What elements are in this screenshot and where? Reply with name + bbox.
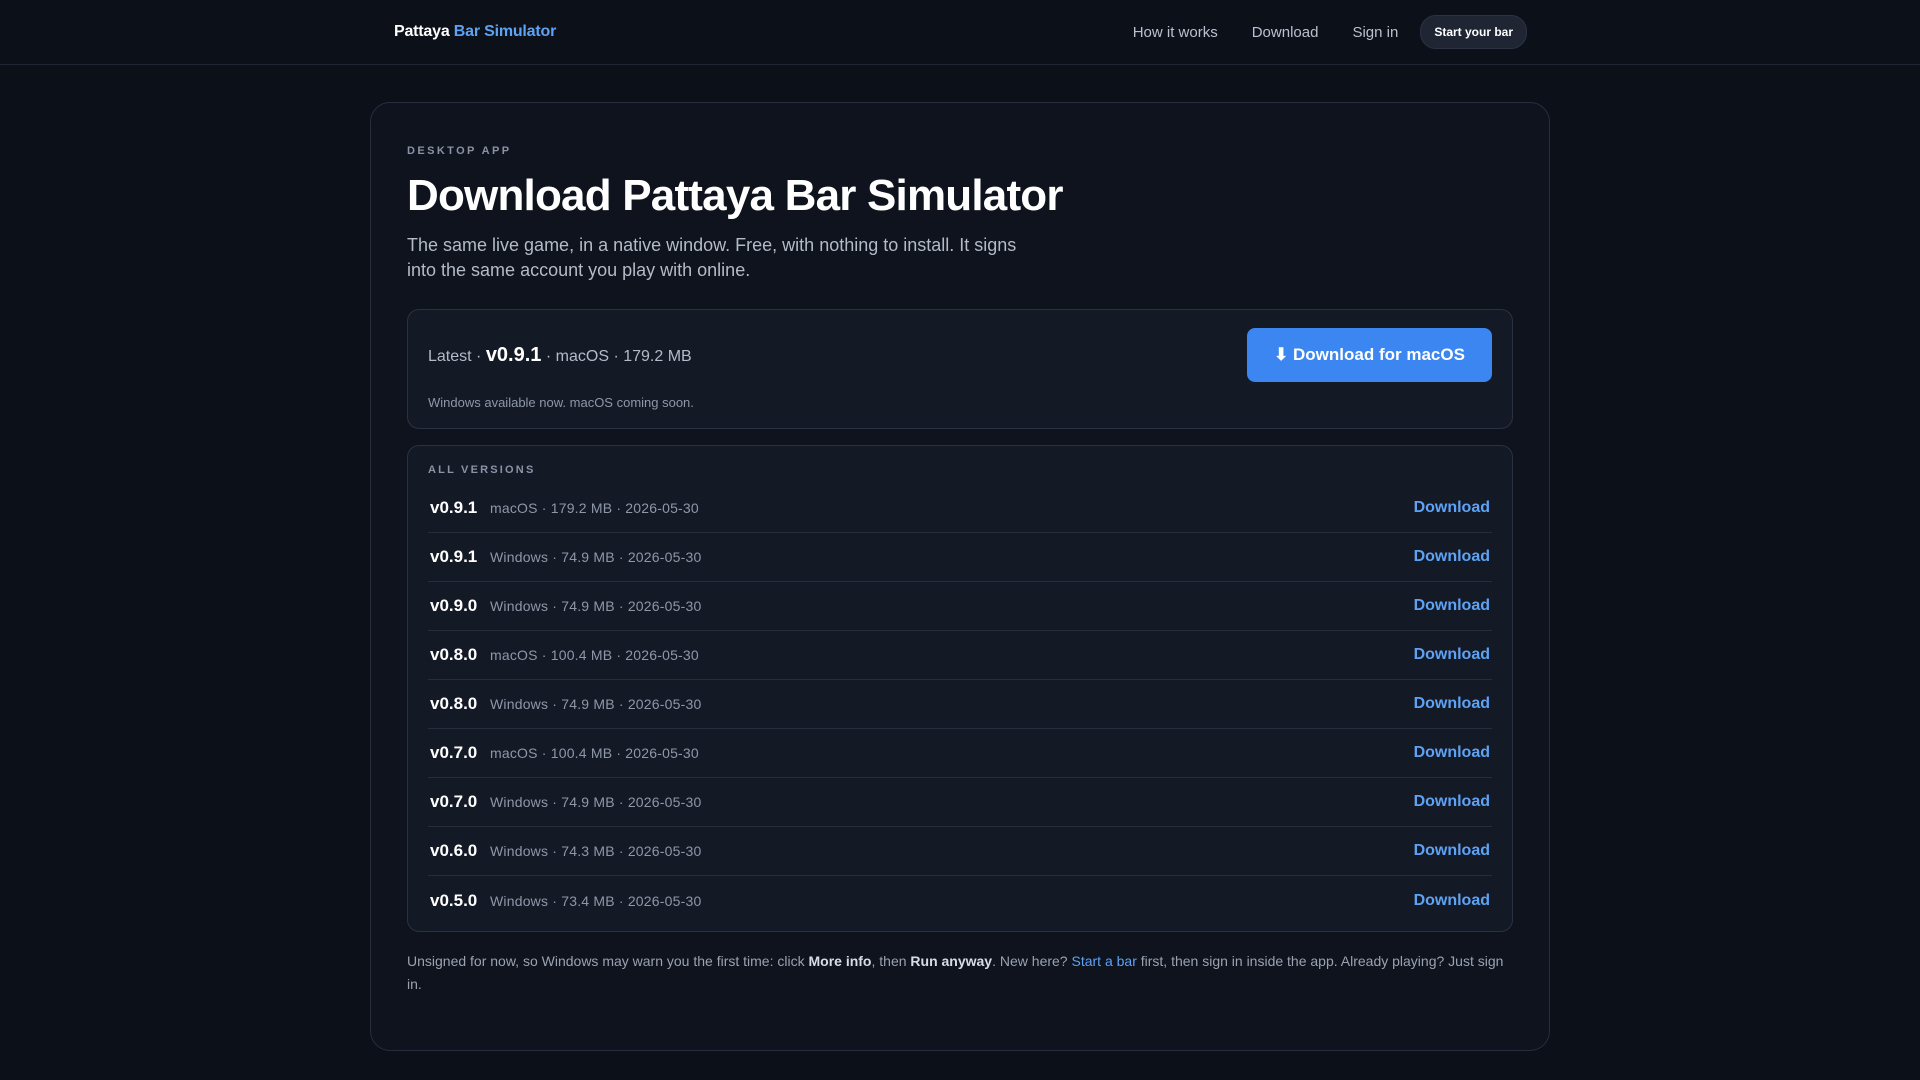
all-versions-panel: ALL VERSIONS v0.9.1 macOS · 179.2 MB · 20… [407, 445, 1513, 932]
version-download-link[interactable]: Download [1414, 548, 1490, 566]
version-meta: Windows · 74.9 MB · 2026-05-30 [490, 696, 702, 712]
download-for-macos-button[interactable]: ⬇ Download for macOS [1247, 328, 1492, 382]
start-a-bar-link[interactable]: Start a bar [1071, 953, 1136, 969]
latest-meta: · macOS · 179.2 MB [545, 348, 692, 365]
version-name: v0.6.0 [430, 841, 478, 860]
footnote-more-info: More info [808, 953, 872, 969]
version-download-link[interactable]: Download [1414, 597, 1490, 615]
version-meta: macOS · 179.2 MB · 2026-05-30 [490, 500, 699, 516]
eyebrow-label: DESKTOP APP [407, 145, 512, 157]
version-meta: Windows · 74.9 MB · 2026-05-30 [490, 794, 702, 810]
latest-version: v0.9.1 [485, 344, 542, 366]
nav-link-sign-in[interactable]: Sign in [1352, 24, 1398, 41]
install-footnote: Unsigned for now, so Windows may warn yo… [407, 950, 1513, 996]
version-name: v0.7.0 [430, 792, 478, 811]
version-download-link[interactable]: Download [1414, 695, 1490, 713]
version-row: v0.8.0 Windows · 74.9 MB · 2026-05-30 Dow… [428, 680, 1492, 729]
version-row: v0.9.1 Windows · 74.9 MB · 2026-05-30 Dow… [428, 533, 1492, 582]
version-name: v0.9.1 [430, 547, 478, 566]
footnote-text: , then [871, 953, 911, 969]
version-meta: macOS · 100.4 MB · 2026-05-30 [490, 745, 699, 761]
start-your-bar-button[interactable]: Start your bar [1420, 15, 1527, 49]
latest-prefix: Latest · [428, 348, 482, 365]
version-meta: Windows · 73.4 MB · 2026-05-30 [490, 892, 702, 909]
version-row: v0.9.0 Windows · 74.9 MB · 2026-05-30 Dow… [428, 582, 1492, 631]
nav-link-download[interactable]: Download [1252, 24, 1319, 41]
footnote-run-anyway: Run anyway [910, 953, 993, 969]
version-row: v0.6.0 Windows · 74.3 MB · 2026-05-30 Dow… [428, 827, 1492, 876]
top-navigation-bar: Pattaya Bar Simulator How it works Downl… [0, 0, 1920, 65]
brand-logo[interactable]: Pattaya Bar Simulator [394, 23, 556, 41]
version-download-link[interactable]: Download [1414, 892, 1490, 910]
version-download-link[interactable]: Download [1414, 793, 1490, 811]
version-row: v0.7.0 macOS · 100.4 MB · 2026-05-30 Down… [428, 729, 1492, 778]
version-name: v0.7.0 [430, 743, 478, 762]
brand-name-primary: Pattaya [394, 23, 450, 40]
version-meta: Windows · 74.9 MB · 2026-05-30 [490, 598, 702, 614]
latest-availability-note: Windows available now. macOS coming soon… [428, 395, 694, 410]
latest-release-panel: Latest · v0.9.1 · macOS · 179.2 MB Windo… [407, 309, 1513, 429]
main-nav: How it works Download Sign in Start your… [1133, 15, 1527, 49]
version-name: v0.9.0 [430, 596, 478, 615]
latest-release-info: Latest · v0.9.1 · macOS · 179.2 MB [428, 344, 692, 367]
brand-name-accent: Bar Simulator [453, 23, 557, 40]
version-name: v0.5.0 [430, 890, 478, 910]
version-meta: Windows · 74.9 MB · 2026-05-30 [490, 549, 702, 565]
version-download-link[interactable]: Download [1414, 842, 1490, 860]
version-download-link[interactable]: Download [1414, 646, 1490, 664]
version-row: v0.8.0 macOS · 100.4 MB · 2026-05-30 Down… [428, 631, 1492, 680]
footnote-text: Unsigned for now, so Windows may warn yo… [407, 953, 809, 969]
nav-link-how-it-works[interactable]: How it works [1133, 24, 1218, 41]
footnote-text: . New here? [992, 953, 1072, 969]
all-versions-heading: ALL VERSIONS [428, 464, 536, 476]
download-card: DESKTOP APP Download Pattaya Bar Simulat… [370, 102, 1550, 1051]
version-row: v0.5.0 Windows · 73.4 MB · 2026-05-30 Dow… [428, 876, 1492, 925]
version-row: v0.9.1 macOS · 179.2 MB · 2026-05-30 Down… [428, 484, 1492, 533]
versions-list: v0.9.1 macOS · 179.2 MB · 2026-05-30 Down… [428, 484, 1492, 925]
version-download-link[interactable]: Download [1414, 744, 1490, 762]
page-subtitle: The same live game, in a native window. … [407, 235, 1017, 280]
version-download-link[interactable]: Download [1414, 499, 1490, 517]
version-name: v0.9.1 [430, 498, 478, 517]
page-title: Download Pattaya Bar Simulator [407, 171, 1064, 220]
version-row: v0.7.0 Windows · 74.9 MB · 2026-05-30 Dow… [428, 778, 1492, 827]
version-name: v0.8.0 [430, 645, 478, 664]
version-name: v0.8.0 [430, 694, 478, 713]
version-meta: Windows · 74.3 MB · 2026-05-30 [490, 843, 702, 859]
version-meta: macOS · 100.4 MB · 2026-05-30 [490, 647, 699, 663]
